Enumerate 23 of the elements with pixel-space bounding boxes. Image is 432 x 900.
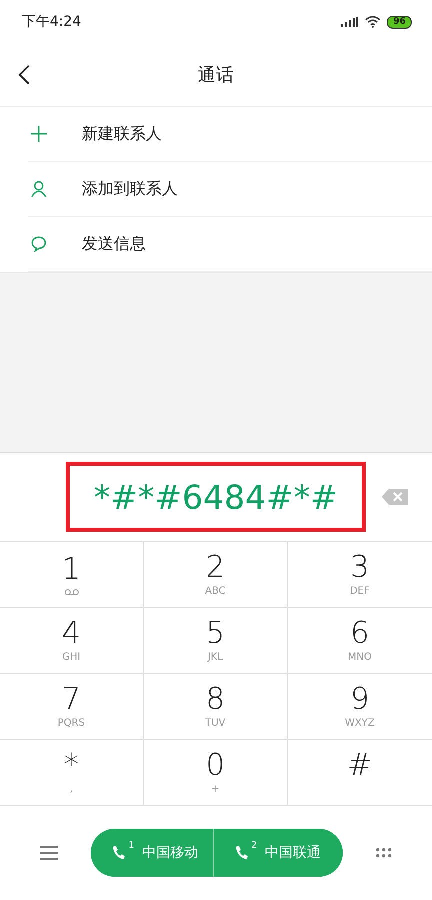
dial-key[interactable]: 1: [0, 542, 144, 608]
voicemail-icon: [64, 588, 78, 596]
dial-key[interactable]: 7 PQRS: [0, 674, 144, 740]
action-item[interactable]: 添加到联系人: [28, 162, 432, 217]
dial-key[interactable]: 5 JKL: [144, 608, 288, 674]
back-icon[interactable]: [18, 65, 30, 85]
dial-key[interactable]: 0 +: [144, 740, 288, 806]
dial-key[interactable]: * ,: [0, 740, 144, 806]
speech-bubble-icon: [31, 236, 47, 252]
status-time: 下午4:24: [22, 13, 82, 31]
screen-title: 通话: [198, 64, 234, 87]
dial-key[interactable]: 4 GHI: [0, 608, 144, 674]
battery-indicator: 96: [387, 16, 412, 28]
action-item[interactable]: 新建联系人: [28, 107, 432, 162]
dial-key[interactable]: 8 TUV: [144, 674, 288, 740]
signal-icon: [341, 17, 360, 27]
keypad-icon[interactable]: [376, 848, 392, 858]
person-icon: [31, 181, 47, 197]
dialed-number: *#*#6484#*#: [94, 478, 338, 516]
menu-icon[interactable]: [40, 846, 58, 860]
plus-icon: [31, 126, 47, 142]
dial-key[interactable]: 2 ABC: [144, 542, 288, 608]
wifi-icon: [365, 16, 382, 28]
